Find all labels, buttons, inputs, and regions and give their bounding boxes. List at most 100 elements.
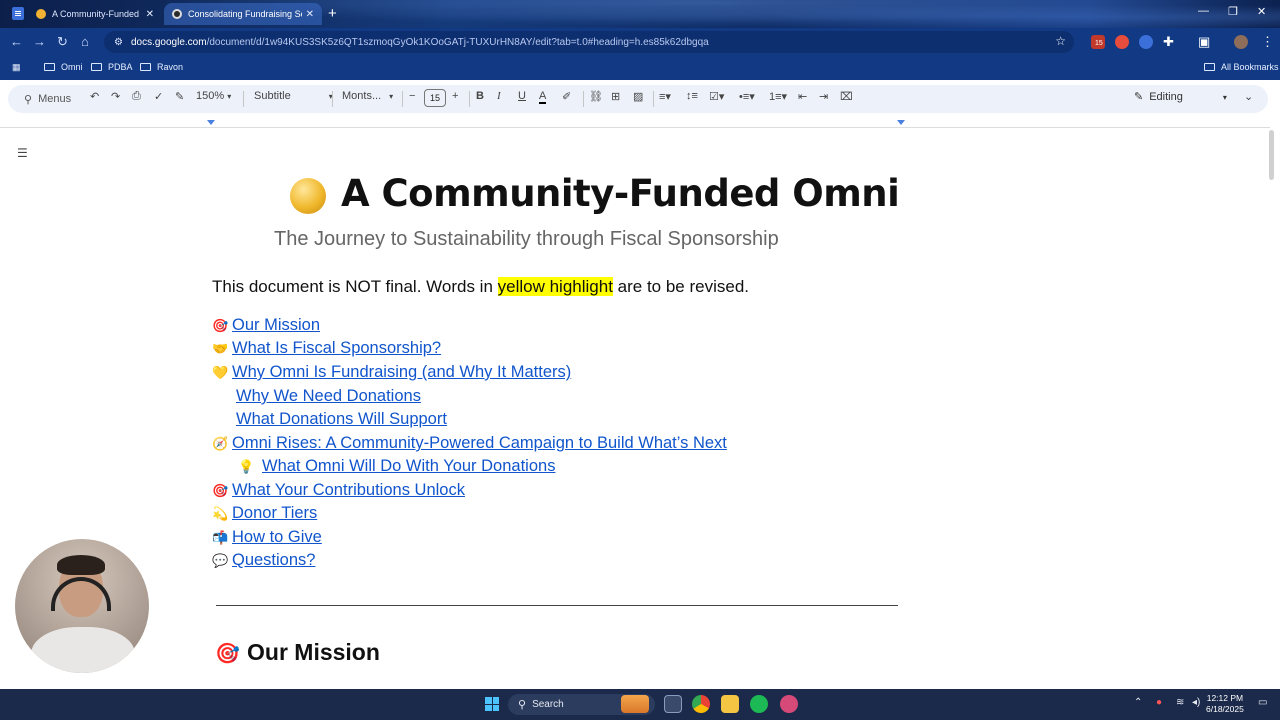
document-scrollbar[interactable] bbox=[1269, 130, 1274, 180]
volume-icon[interactable]: ◂) bbox=[1192, 697, 1200, 708]
paint-format-icon[interactable]: ✎ bbox=[175, 90, 184, 103]
line-spacing-icon[interactable]: ↕≡ bbox=[686, 90, 698, 102]
document-subtitle[interactable]: The Journey to Sustainability through Fi… bbox=[274, 228, 779, 251]
toc-why-donations[interactable]: Why We Need Donations bbox=[236, 387, 421, 406]
chrome-icon[interactable] bbox=[692, 695, 710, 713]
bookmark-label: Omni bbox=[61, 62, 83, 72]
toc-donor-tiers[interactable]: 💫 Donor Tiers bbox=[212, 504, 317, 523]
menus-search-button[interactable]: ⚲ Menus bbox=[16, 87, 82, 111]
toc-omni-donations-use[interactable]: 💡 What Omni Will Do With Your Donations bbox=[236, 457, 555, 476]
paragraph-style-select[interactable]: Subtitle ▾ bbox=[254, 90, 333, 102]
toc-why-fundraising[interactable]: 💛 Why Omni Is Fundraising (and Why It Mat… bbox=[212, 363, 571, 382]
tab-community-funded-omni[interactable]: A Community-Funded Omni ✕ bbox=[28, 3, 162, 25]
document-outline-icon[interactable]: ☰ bbox=[17, 146, 28, 160]
toc-how-to-give[interactable]: 📬 How to Give bbox=[212, 528, 322, 547]
ruler[interactable] bbox=[0, 118, 1270, 128]
font-select[interactable]: Monts... ▾ bbox=[342, 90, 393, 102]
extensions-puzzle-icon[interactable]: ✚ bbox=[1163, 34, 1174, 50]
extension-red-icon[interactable] bbox=[1115, 35, 1129, 49]
tab-title: A Community-Funded Omni bbox=[52, 9, 142, 19]
bookmark-star-icon[interactable]: ☆ bbox=[1055, 34, 1066, 48]
section-heading-our-mission[interactable]: Our Mission bbox=[247, 639, 380, 666]
toolbar-divider bbox=[243, 91, 244, 107]
underline-button[interactable]: U bbox=[518, 90, 526, 102]
docs-window-icon[interactable] bbox=[12, 7, 24, 20]
redo-icon[interactable]: ↷ bbox=[111, 90, 120, 103]
toc-donations-support[interactable]: What Donations Will Support bbox=[236, 410, 447, 429]
clear-formatting-icon[interactable]: ⌧ bbox=[840, 90, 853, 103]
back-icon[interactable]: ← bbox=[10, 34, 23, 49]
bulleted-list-icon[interactable]: •≡▾ bbox=[739, 90, 755, 103]
tray-chevron-up-icon[interactable]: ⌃ bbox=[1134, 697, 1142, 708]
restore-button[interactable]: ❐ bbox=[1228, 5, 1238, 18]
bookmark-ravon[interactable]: Ravon bbox=[140, 62, 183, 72]
close-window-button[interactable]: ✕ bbox=[1257, 5, 1266, 18]
minimize-button[interactable]: — bbox=[1198, 5, 1209, 17]
spotify-icon[interactable] bbox=[750, 695, 768, 713]
bold-button[interactable]: B bbox=[476, 90, 484, 102]
document-title[interactable]: A Community-Funded Omni bbox=[341, 172, 900, 215]
toc-contributions-unlock[interactable]: 🎯 What Your Contributions Unlock bbox=[212, 481, 465, 500]
file-explorer-icon[interactable] bbox=[721, 695, 739, 713]
task-view-icon[interactable] bbox=[664, 695, 682, 713]
align-icon[interactable]: ≡▾ bbox=[659, 90, 671, 103]
reload-icon[interactable]: ↻ bbox=[57, 34, 68, 50]
close-tab-icon[interactable]: ✕ bbox=[306, 9, 314, 20]
new-tab-button[interactable]: + bbox=[328, 5, 337, 22]
highlight-color-icon[interactable]: ✐ bbox=[562, 90, 571, 103]
browser-menu-icon[interactable]: ⋮ bbox=[1261, 34, 1274, 50]
url-bar[interactable]: ⚙ docs.google.com /document/d/1w94KUS3SK… bbox=[104, 31, 1074, 53]
apps-grid-icon[interactable]: ▦ bbox=[12, 62, 21, 73]
bookmark-omni[interactable]: Omni bbox=[44, 62, 83, 72]
numbered-list-icon[interactable]: 1≡▾ bbox=[769, 90, 787, 103]
docs-toolbar: ⚲ Menus ↶ ↷ ⎙ ✓ ✎ 150% ▾ Subtitle ▾ Monts.… bbox=[8, 85, 1268, 113]
side-panel-icon[interactable]: ▣ bbox=[1198, 34, 1210, 50]
increase-font-size-button[interactable]: + bbox=[452, 90, 458, 102]
extension-badge-icon[interactable]: 15 bbox=[1091, 35, 1105, 49]
insert-image-icon[interactable]: ▨ bbox=[633, 90, 643, 103]
notification-icon[interactable]: ▭ bbox=[1258, 697, 1267, 708]
extension-blue-icon[interactable] bbox=[1139, 35, 1153, 49]
wifi-icon[interactable]: ≋ bbox=[1176, 697, 1184, 708]
toc-fiscal-sponsorship[interactable]: 🤝 What Is Fiscal Sponsorship? bbox=[212, 339, 441, 358]
toolbar-divider bbox=[469, 91, 470, 107]
collapse-toolbar-icon[interactable]: ⌄ bbox=[1244, 90, 1253, 103]
spellcheck-icon[interactable]: ✓ bbox=[154, 90, 163, 103]
folder-icon bbox=[1204, 63, 1215, 71]
windows-start-icon[interactable] bbox=[485, 697, 499, 711]
app-icon[interactable] bbox=[780, 695, 798, 713]
compass-icon: 🧭 bbox=[212, 435, 229, 451]
left-indent-marker[interactable] bbox=[207, 120, 215, 125]
undo-icon[interactable]: ↶ bbox=[90, 90, 99, 103]
zoom-select[interactable]: 150% ▾ bbox=[196, 90, 231, 102]
system-clock[interactable]: 12:12 PM 6/18/2025 bbox=[1206, 693, 1244, 715]
site-info-icon[interactable]: ⚙ bbox=[114, 37, 123, 48]
bookmarks-bar: ▦ Omni PDBA Ravon All Bookmarks bbox=[0, 56, 1280, 80]
microphone-icon[interactable]: ● bbox=[1156, 697, 1162, 708]
tab-consolidating-fundraising[interactable]: Consolidating Fundraising Secti ✕ bbox=[164, 3, 322, 25]
draft-notice[interactable]: This document is NOT final. Words in yel… bbox=[212, 277, 749, 297]
italic-button[interactable]: I bbox=[497, 90, 501, 102]
search-highlight-image[interactable] bbox=[621, 695, 649, 713]
toc-questions[interactable]: 💬 Questions? bbox=[212, 551, 315, 570]
checklist-icon[interactable]: ☑▾ bbox=[709, 90, 724, 103]
insert-link-icon[interactable]: ⛓ bbox=[589, 90, 603, 103]
toc-omni-rises[interactable]: 🧭 Omni Rises: A Community-Powered Campaig… bbox=[212, 434, 727, 453]
bookmark-pdba[interactable]: PDBA bbox=[91, 62, 133, 72]
text-color-button[interactable]: A bbox=[539, 90, 547, 104]
toc-our-mission[interactable]: 🎯 Our Mission bbox=[212, 316, 320, 335]
font-size-input[interactable]: 15 bbox=[424, 89, 446, 107]
right-indent-marker[interactable] bbox=[897, 120, 905, 125]
close-tab-icon[interactable]: ✕ bbox=[146, 9, 154, 20]
add-comment-icon[interactable]: ⊞ bbox=[611, 90, 620, 103]
increase-indent-icon[interactable]: ⇥ bbox=[819, 90, 828, 103]
forward-icon[interactable]: → bbox=[33, 34, 46, 49]
decrease-font-size-button[interactable]: − bbox=[409, 90, 415, 102]
profile-avatar[interactable] bbox=[1234, 35, 1248, 49]
editing-mode-select[interactable]: ✎ Editing ▾ bbox=[1134, 90, 1227, 103]
search-icon: ⚲ bbox=[518, 699, 527, 711]
all-bookmarks[interactable]: All Bookmarks bbox=[1204, 62, 1279, 72]
home-icon[interactable]: ⌂ bbox=[81, 34, 89, 49]
decrease-indent-icon[interactable]: ⇤ bbox=[798, 90, 807, 103]
print-icon[interactable]: ⎙ bbox=[132, 90, 141, 103]
